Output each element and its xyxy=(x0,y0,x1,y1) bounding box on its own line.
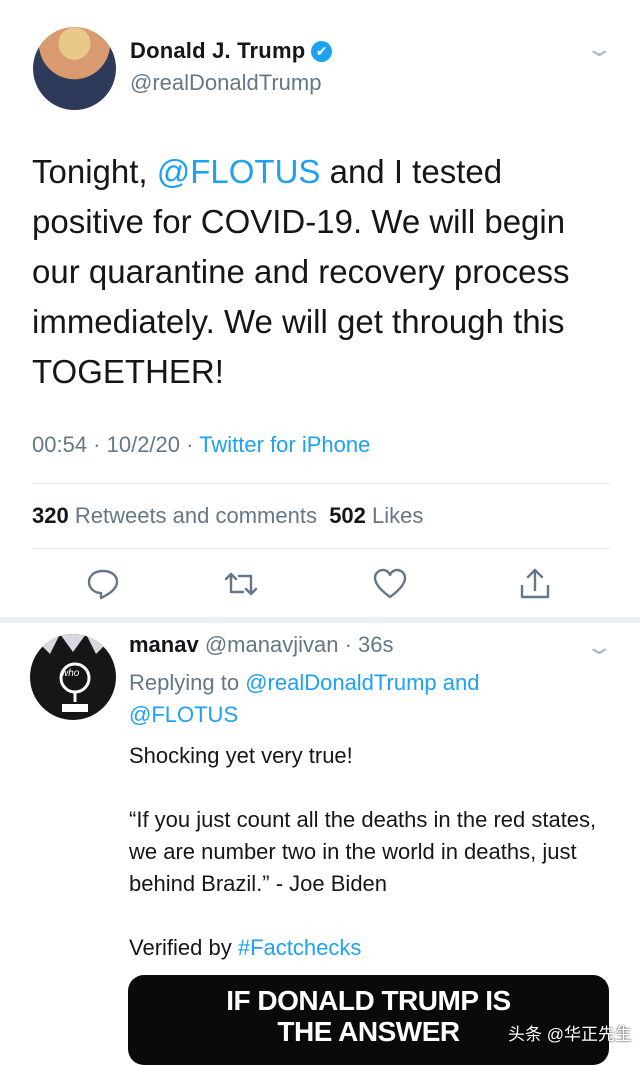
retweets-label[interactable]: Retweets and comments xyxy=(75,503,317,528)
reply-quote: “If you just count all the deaths in the… xyxy=(129,807,597,896)
tweet-timestamp: 00:54 · 10/2/20 · xyxy=(32,432,200,457)
media-caption-line1: IF DONALD TRUMP IS xyxy=(226,985,511,1016)
verified-by: Verified by #Factchecks xyxy=(129,932,609,964)
verified-badge-icon: ✔ xyxy=(311,41,333,62)
reply-handle-time: @manavjivan · 36s xyxy=(204,632,394,657)
avatar-text: who xyxy=(61,668,80,679)
reply-author-avatar[interactable]: who xyxy=(30,634,116,720)
divider xyxy=(32,548,610,549)
tweet-meta: 00:54 · 10/2/20 · Twitter for iPhone xyxy=(32,432,370,458)
hashtag-link[interactable]: #Factchecks xyxy=(238,935,362,960)
tweet-text-part1: Tonight, xyxy=(32,153,157,190)
likes-count[interactable]: 502 xyxy=(329,503,366,528)
author-name-text: Donald J. Trump xyxy=(130,38,306,63)
tweet-text: Tonight, @FLOTUS and I tested positive f… xyxy=(32,147,612,397)
replying-prefix: Replying to xyxy=(129,670,246,695)
chevron-down-icon[interactable]: ⌄ xyxy=(584,634,614,660)
share-icon[interactable] xyxy=(515,564,555,604)
reply-line1: Shocking yet very true! xyxy=(129,743,353,768)
reply-icon[interactable] xyxy=(83,564,123,604)
replying-to: Replying to @realDonaldTrump and @FLOTUS xyxy=(129,667,589,731)
author-handle[interactable]: @realDonaldTrump xyxy=(130,70,321,96)
mention-link[interactable]: @FLOTUS xyxy=(157,153,321,190)
reply-text: Shocking yet very true! “If you just cou… xyxy=(129,740,609,964)
likes-label[interactable]: Likes xyxy=(372,503,423,528)
chevron-down-icon[interactable]: ⌄ xyxy=(584,36,614,62)
watermark: 头条 @华正先生 xyxy=(508,1025,632,1044)
reply-author-name: manav xyxy=(129,632,199,657)
verified-by-label: Verified by xyxy=(129,935,238,960)
author-avatar[interactable] xyxy=(33,27,116,110)
divider xyxy=(32,483,610,484)
reply-author[interactable]: manav @manavjivan · 36s xyxy=(129,632,393,658)
like-heart-icon[interactable] xyxy=(370,564,410,604)
tweet-source-link[interactable]: Twitter for iPhone xyxy=(199,432,370,457)
author-name[interactable]: Donald J. Trump ✔ xyxy=(130,38,333,64)
retweet-icon[interactable] xyxy=(221,564,261,604)
engagement-counts: 320 Retweets and comments 502 Likes xyxy=(32,503,423,529)
retweets-count[interactable]: 320 xyxy=(32,503,69,528)
section-separator xyxy=(0,617,640,623)
